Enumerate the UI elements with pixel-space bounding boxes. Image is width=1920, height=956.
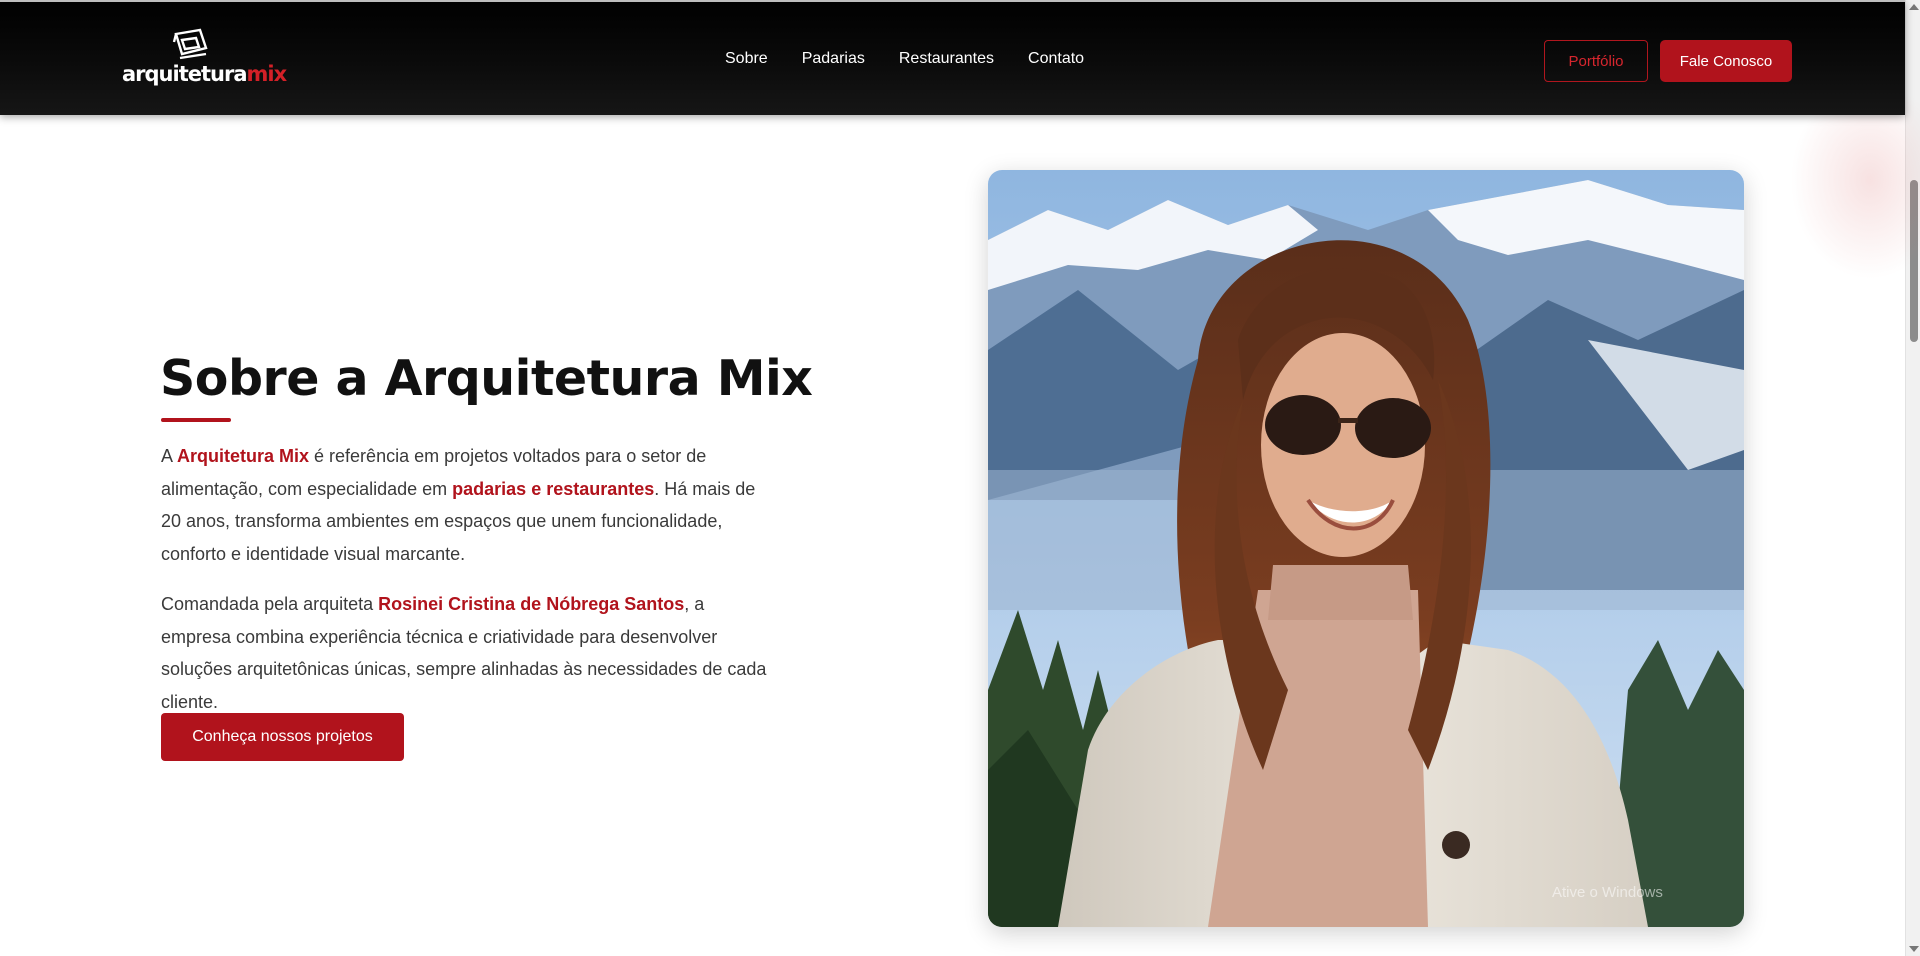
nav-link-sobre[interactable]: Sobre bbox=[725, 50, 768, 68]
portfolio-button[interactable]: Portfólio bbox=[1544, 40, 1648, 82]
fale-conosco-button[interactable]: Fale Conosco bbox=[1660, 40, 1792, 82]
highlight-arquitetura-mix: Arquitetura Mix bbox=[177, 446, 310, 466]
scroll-down-icon[interactable] bbox=[1909, 946, 1919, 952]
architect-photo bbox=[988, 170, 1744, 927]
highlight-padarias-restaurantes: padarias e restaurantes bbox=[452, 478, 655, 499]
nav-link-contato[interactable]: Contato bbox=[1028, 50, 1084, 68]
conheca-projetos-button[interactable]: Conheça nossos projetos bbox=[161, 713, 404, 761]
highlight-architect-name: Rosinei Cristina de Nóbrega Santos bbox=[378, 594, 685, 614]
scroll-up-icon[interactable] bbox=[1909, 4, 1919, 10]
logo-wordmark: arquiteturamix bbox=[122, 62, 287, 86]
nav-link-padarias[interactable]: Padarias bbox=[802, 50, 865, 68]
portrait-photo-icon bbox=[988, 170, 1744, 927]
title-underline bbox=[161, 418, 231, 422]
logo-mark-icon bbox=[172, 28, 208, 60]
main-nav: Sobre Padarias Restaurantes Contato bbox=[725, 50, 1118, 68]
about-paragraph-2: Comandada pela arquiteta Rosinei Cristin… bbox=[161, 594, 767, 712]
nav-link-restaurantes[interactable]: Restaurantes bbox=[899, 50, 994, 68]
top-navbar: arquiteturamix Sobre Padarias Restaurant… bbox=[0, 0, 1905, 115]
brand-logo[interactable]: arquiteturamix bbox=[122, 28, 287, 90]
about-title: Sobre a Arquitetura Mix bbox=[160, 350, 813, 407]
about-paragraph-1: A Arquitetura Mix é referência em projet… bbox=[161, 446, 756, 564]
windows-activation-watermark: Ative o Windows bbox=[1552, 884, 1663, 901]
